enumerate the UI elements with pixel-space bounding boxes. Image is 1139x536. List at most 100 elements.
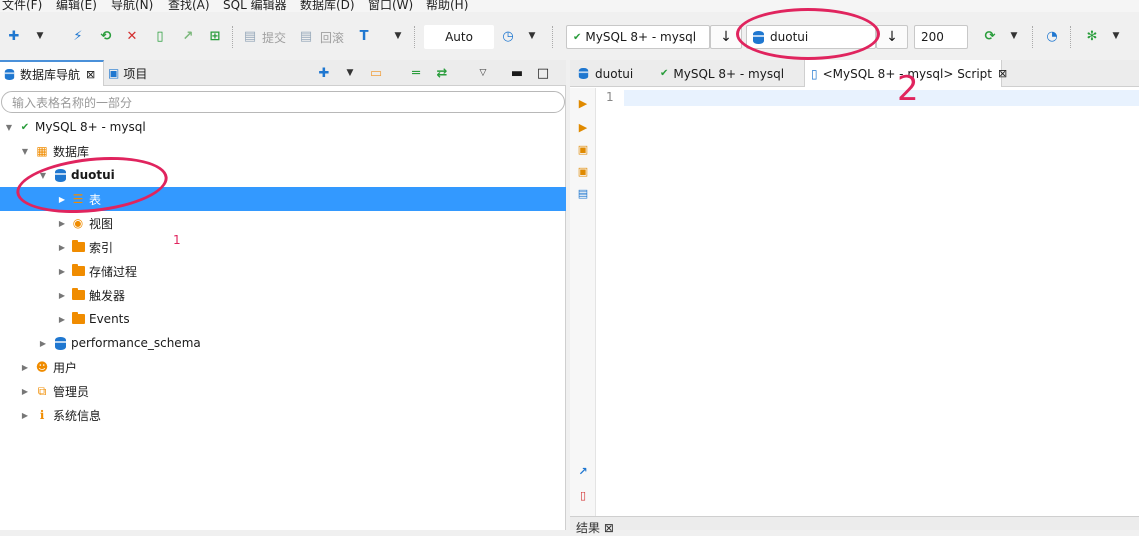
tab-projects-label: 项目 [123, 66, 148, 81]
collapsed-arrow-icon[interactable]: ▶ [20, 362, 30, 372]
execute-in-new-tab-icon[interactable]: ▶ [576, 120, 590, 134]
table-filter-input[interactable]: 输入表格名称的一部分 [1, 91, 565, 113]
connection-icon: ✔ [573, 31, 582, 43]
execute-script-new-tab-icon[interactable]: ▣ [576, 164, 590, 178]
folder-icon [71, 240, 85, 254]
tree-item-connection[interactable]: ▼ ✔ MySQL 8+ - mysql [0, 115, 566, 139]
tree-item-triggers[interactable]: ▶ 触发器 [0, 283, 566, 307]
commit-icon[interactable]: ▤ [240, 26, 260, 46]
collapsed-arrow-icon[interactable]: ▶ [20, 410, 30, 420]
tree-item-label: performance_schema [71, 336, 201, 350]
new-connection-icon[interactable]: ✚ [314, 63, 334, 83]
transaction-log-dropdown-icon[interactable]: ▼ [526, 29, 538, 43]
active-connection-selector[interactable]: ✔ MySQL 8+ - mysql [566, 25, 710, 49]
tree-item-users[interactable]: ▶ ☻ 用户 [0, 355, 566, 379]
refresh-icon[interactable]: ⟳ [980, 26, 1000, 46]
collapsed-arrow-icon[interactable]: ▶ [57, 266, 67, 276]
tree-item-label: Events [89, 312, 130, 326]
tree-item-views[interactable]: ▶ ◉ 视图 [0, 211, 566, 235]
arrow-down-icon: ↓ [720, 29, 732, 45]
minimize-icon[interactable]: ▬ [507, 63, 527, 83]
dashboard-icon[interactable]: ◔ [1042, 26, 1062, 46]
explain-plan-icon[interactable]: ▤ [576, 186, 590, 200]
connection-icon: ✔ [660, 68, 669, 79]
rollback-icon[interactable]: ▤ [296, 26, 316, 46]
collapsed-arrow-icon[interactable]: ▶ [20, 386, 30, 396]
new-connection-icon[interactable]: ✚ [4, 26, 24, 46]
tree-item-label: 管理员 [53, 384, 90, 399]
expanded-arrow-icon[interactable]: ▼ [20, 146, 30, 156]
menu-sql-editor[interactable]: SQL 编辑器 [223, 0, 287, 12]
admin-icon: ⧉ [37, 383, 47, 398]
transaction-mode-dropdown-icon[interactable]: ▼ [392, 29, 404, 43]
tree-item-administrators[interactable]: ▶ ⧉ 管理员 [0, 379, 566, 403]
transaction-log-icon[interactable]: ◷ [498, 26, 518, 46]
menu-database[interactable]: 数据库(D) [300, 0, 355, 12]
menu-window[interactable]: 窗口(W) [368, 0, 413, 12]
disconnect-icon[interactable]: ✕ [122, 26, 142, 46]
menu-file[interactable]: 文件(F) [2, 0, 42, 12]
new-connection-dropdown-icon[interactable]: ▼ [344, 66, 356, 80]
refresh-dropdown-icon[interactable]: ▼ [1008, 29, 1020, 43]
menu-bar: 文件(F) 编辑(E) 导航(N) 查找(A) SQL 编辑器 数据库(D) 窗… [0, 0, 1139, 12]
collapsed-arrow-icon[interactable]: ▶ [57, 290, 67, 300]
export-icon[interactable]: ↗ [576, 464, 590, 478]
collapsed-arrow-icon[interactable]: ▶ [57, 218, 67, 228]
tree-item-system-info[interactable]: ▶ ℹ 系统信息 [0, 403, 566, 427]
transaction-mode-selector[interactable]: Auto [424, 25, 494, 49]
tree-item-procedures[interactable]: ▶ 存储过程 [0, 259, 566, 283]
new-connection-dropdown-icon[interactable]: ▼ [34, 29, 46, 43]
toolbar-separator [552, 26, 553, 48]
maximize-icon[interactable]: □ [533, 63, 553, 83]
open-sql-script-icon[interactable]: ↗ [178, 26, 198, 46]
output-log-icon[interactable]: ▯ [576, 488, 590, 502]
tab-duotui[interactable]: duotui [574, 60, 654, 87]
tree-item-indexes[interactable]: ▶ 索引 [0, 235, 566, 259]
expanded-arrow-icon[interactable]: ▼ [4, 122, 14, 132]
database-icon [53, 336, 67, 350]
view-menu-icon[interactable]: ▽ [477, 66, 489, 80]
toolbar-separator [1032, 26, 1033, 48]
new-sql-script-icon[interactable]: ⊞ [205, 26, 225, 46]
connection-icon: ✔ [20, 121, 30, 133]
tree-item-db-performance-schema[interactable]: ▶ performance_schema [0, 331, 566, 355]
result-limit-field[interactable]: 200 [914, 25, 968, 49]
tab-results[interactable]: 结果 ⊠ [576, 519, 614, 536]
sql-editor-icon[interactable]: ▯ [150, 26, 170, 46]
reconnect-icon[interactable]: ⟲ [96, 26, 116, 46]
execute-statement-icon[interactable]: ▶ [576, 96, 590, 110]
execute-script-icon[interactable]: ▣ [576, 142, 590, 156]
active-connection-label: MySQL 8+ - mysql [585, 30, 697, 44]
close-icon[interactable]: ⊠ [86, 68, 95, 81]
database-select-button[interactable]: ↓ [876, 25, 908, 49]
collapsed-arrow-icon[interactable]: ▶ [57, 242, 67, 252]
menu-edit[interactable]: 编辑(E) [56, 0, 97, 12]
debug-icon[interactable]: ✻ [1082, 26, 1102, 46]
folder-icon [71, 264, 85, 278]
tab-database-navigator[interactable]: 数据库导航 ⊠ [0, 60, 104, 86]
rollback-button[interactable]: 回滚 [320, 29, 344, 46]
connect-icon[interactable]: ⚡ [68, 26, 88, 46]
transaction-mode-icon[interactable]: T [354, 26, 374, 46]
menu-navigate[interactable]: 导航(N) [111, 0, 153, 12]
tab-projects[interactable]: ▣ 项目 [108, 60, 168, 86]
sql-text-area[interactable] [624, 88, 1139, 516]
tree-item-events[interactable]: ▶ Events [0, 307, 566, 331]
line-number: 1 [606, 90, 614, 104]
annotation-number-two: 2 [897, 69, 919, 109]
new-folder-icon[interactable]: ▭ [366, 63, 386, 83]
tab-mysql-connection-label: MySQL 8+ - mysql [673, 66, 785, 81]
close-icon[interactable]: ⊠ [998, 67, 1007, 80]
debug-dropdown-icon[interactable]: ▼ [1110, 29, 1122, 43]
commit-button[interactable]: 提交 [262, 29, 286, 46]
link-with-editor-icon[interactable]: ⇄ [432, 63, 452, 83]
collapse-all-icon[interactable]: ═ [406, 63, 426, 83]
collapsed-arrow-icon[interactable]: ▶ [38, 338, 48, 348]
tab-mysql-connection[interactable]: ✔ MySQL 8+ - mysql [660, 60, 800, 87]
menu-help[interactable]: 帮助(H) [426, 0, 468, 12]
toolbar-separator [414, 26, 415, 48]
collapsed-arrow-icon[interactable]: ▶ [57, 314, 67, 324]
menu-search[interactable]: 查找(A) [168, 0, 210, 12]
info-icon: ℹ [39, 408, 45, 422]
tree-item-label: 用户 [53, 360, 78, 375]
